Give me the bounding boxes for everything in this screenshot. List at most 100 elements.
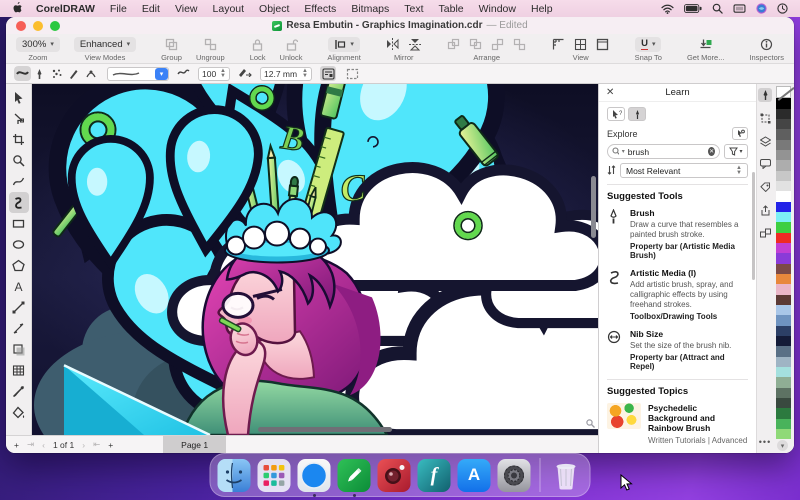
search-input[interactable]: [628, 147, 705, 157]
shape-tool[interactable]: [9, 108, 29, 129]
ungroup-button[interactable]: [203, 37, 217, 51]
stroke-preset-dropdown[interactable]: ▾: [107, 67, 169, 81]
contextual-help-button[interactable]: [732, 127, 748, 140]
to-back-button[interactable]: [469, 37, 483, 51]
mirror-horizontal-button[interactable]: [386, 37, 400, 51]
lock-button[interactable]: [251, 37, 265, 51]
explore-toggle[interactable]: [628, 107, 646, 121]
palette-swatch[interactable]: [776, 191, 791, 201]
menu-item-effects[interactable]: Effects: [304, 3, 336, 15]
dimension-tool[interactable]: [9, 318, 29, 339]
palette-swatch[interactable]: [776, 377, 791, 387]
palette-swatch[interactable]: [776, 429, 791, 439]
palette-swatch[interactable]: [776, 140, 791, 150]
palette-swatch[interactable]: [776, 305, 791, 315]
alignment-dropdown[interactable]: ▾: [328, 37, 360, 52]
spotlight-icon[interactable]: [712, 3, 723, 14]
menu-item-layout[interactable]: Layout: [213, 3, 245, 15]
connect-inspector-icon[interactable]: [758, 226, 772, 240]
palette-scroll-down-icon[interactable]: ▾: [777, 440, 788, 451]
inspectors-button[interactable]: [760, 37, 774, 51]
palette-swatch[interactable]: [776, 109, 791, 119]
expression-mode-button[interactable]: [82, 66, 99, 81]
apple-menu-icon[interactable]: [12, 1, 23, 17]
fill-tool[interactable]: [9, 402, 29, 423]
menu-item-edit[interactable]: Edit: [142, 3, 160, 15]
page-border-button[interactable]: [596, 37, 610, 51]
learn-inspector-icon[interactable]: [758, 88, 772, 102]
table-tool[interactable]: [9, 360, 29, 381]
battery-icon[interactable]: [684, 4, 702, 13]
dock-safari-icon[interactable]: [298, 459, 331, 492]
canvas-vertical-scrollbar[interactable]: [591, 176, 596, 238]
first-page-button[interactable]: ⇥: [27, 439, 34, 450]
dock-coreldraw-icon[interactable]: [338, 459, 371, 492]
stroke-dropdown-chevron[interactable]: ▾: [155, 68, 168, 80]
unlock-button[interactable]: [284, 37, 298, 51]
last-page-button[interactable]: ⇤: [93, 439, 100, 450]
palette-swatch[interactable]: [776, 326, 791, 336]
filter-button[interactable]: ▾: [724, 144, 748, 159]
menu-item-view[interactable]: View: [175, 3, 198, 15]
ellipse-tool[interactable]: [9, 234, 29, 255]
palette-swatch[interactable]: [776, 357, 791, 367]
smoothing-input[interactable]: 100▲▼: [198, 67, 230, 81]
dock-launchpad-icon[interactable]: [258, 459, 291, 492]
zoom-level-dropdown[interactable]: 300%▾: [16, 37, 60, 52]
sort-dropdown[interactable]: Most Relevant▲▼: [620, 163, 748, 178]
palette-swatch[interactable]: [776, 367, 791, 377]
palette-swatch[interactable]: [776, 243, 791, 253]
grid-button[interactable]: [574, 37, 588, 51]
window-title-bar[interactable]: Resa Embutin - Graphics Imagination.cdr …: [6, 17, 794, 34]
transform-inspector-icon[interactable]: [758, 111, 772, 125]
dock-finder-icon[interactable]: [218, 459, 251, 492]
menu-item-text[interactable]: Text: [404, 3, 423, 15]
palette-swatch[interactable]: [776, 233, 791, 243]
border-button[interactable]: [344, 66, 360, 81]
mirror-vertical-button[interactable]: [408, 37, 422, 51]
palette-swatch[interactable]: [776, 388, 791, 398]
menu-item-window[interactable]: Window: [479, 3, 516, 15]
preset-mode-button[interactable]: [14, 66, 31, 81]
tool-item-brush[interactable]: Brush Draw a curve that resembles a pain…: [607, 208, 748, 260]
interactive-fill-tool[interactable]: [9, 339, 29, 360]
group-button[interactable]: [165, 37, 179, 51]
palette-swatch[interactable]: [776, 419, 791, 429]
page-tab[interactable]: Page 1: [163, 436, 226, 453]
add-page-button-right[interactable]: +: [108, 440, 113, 450]
get-more-button[interactable]: [699, 37, 713, 51]
hints-pointer-toggle[interactable]: ?: [607, 107, 625, 121]
palette-swatch[interactable]: [776, 398, 791, 408]
palette-swatch[interactable]: [776, 160, 791, 170]
menu-item-app[interactable]: CorelDRAW: [36, 3, 95, 15]
add-page-button-left[interactable]: +: [14, 440, 19, 450]
artistic-media-tool[interactable]: [9, 192, 29, 213]
canvas-zoom-icon[interactable]: [586, 415, 595, 433]
palette-swatch[interactable]: [776, 295, 791, 305]
canvas-horizontal-scrollbar[interactable]: [258, 427, 392, 432]
menu-item-table[interactable]: Table: [439, 3, 464, 15]
pick-tool[interactable]: [9, 87, 29, 108]
clock-icon[interactable]: [777, 3, 788, 14]
dock-font-manager-icon[interactable]: f: [418, 459, 451, 492]
clear-search-icon[interactable]: ✕: [708, 147, 715, 156]
crop-tool[interactable]: [9, 129, 29, 150]
export-inspector-icon[interactable]: [758, 203, 772, 217]
search-field[interactable]: ▾ ✕: [607, 144, 720, 159]
eyedropper-tool[interactable]: [9, 381, 29, 402]
back-one-button[interactable]: [513, 37, 527, 51]
bezier-tool[interactable]: [9, 297, 29, 318]
palette-swatch[interactable]: [776, 253, 791, 263]
palette-swatch[interactable]: [776, 222, 791, 232]
close-panel-icon[interactable]: ✕: [606, 87, 614, 98]
palette-swatch[interactable]: [776, 284, 791, 294]
palette-swatch[interactable]: [776, 336, 791, 346]
freehand-tool[interactable]: [9, 171, 29, 192]
palette-swatch[interactable]: [776, 150, 791, 160]
menu-item-help[interactable]: Help: [531, 3, 553, 15]
display-icon[interactable]: [733, 4, 746, 14]
view-mode-dropdown[interactable]: Enhanced▾: [74, 37, 136, 52]
zoom-tool[interactable]: [9, 150, 29, 171]
dock-system-settings-icon[interactable]: [498, 459, 531, 492]
calligraphic-mode-button[interactable]: [65, 66, 82, 81]
